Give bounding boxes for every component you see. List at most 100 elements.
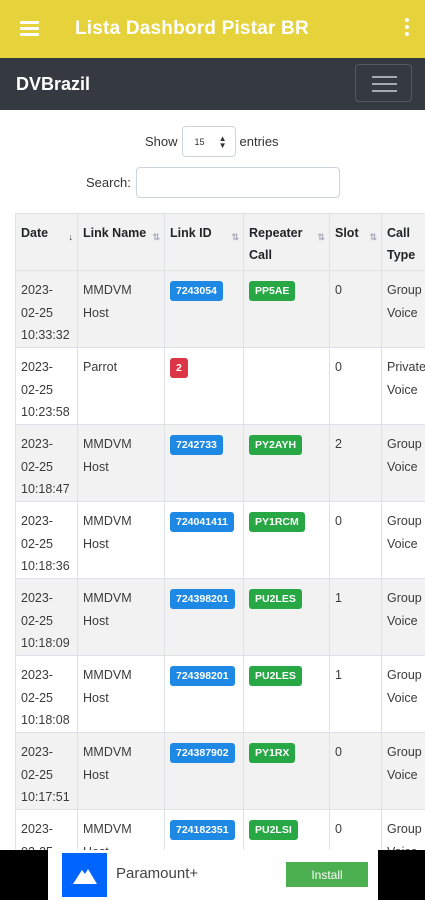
date-value-rest: 02-25 [21, 767, 53, 782]
link-id-badge[interactable]: 724387902 [170, 743, 235, 763]
date-cell: 2023- 02-25 10:23:58 [15, 347, 78, 425]
ad-app-name: Paramount+ [116, 865, 199, 882]
link-id-badge[interactable]: 724398201 [170, 666, 235, 686]
table-row: 2023- 02-25 10:18:36 MMDVM Host 724041411 PY1… [15, 501, 425, 579]
date-cell: 2023- 02-25 [15, 809, 78, 853]
more-options-icon[interactable] [405, 18, 409, 38]
ad-left-margin [0, 850, 48, 900]
link-name-cell: MMDVM Host [77, 809, 165, 853]
date-value: 2023- [21, 591, 53, 605]
link-id-cell: 7243054 [164, 270, 244, 348]
slot-cell: 0 [329, 270, 382, 348]
column-header-label: Link Name [83, 226, 147, 240]
link-id-badge[interactable]: 724398201 [170, 589, 235, 609]
select-arrows-icon: ▲ ▼ [218, 134, 227, 150]
link-name-value: MMDVM Host [83, 668, 132, 705]
column-header-label: Repeater Call [249, 226, 303, 262]
date-value-rest: 02-25 [21, 613, 53, 628]
link-name-cell: Parrot [77, 347, 165, 425]
link-id-badge[interactable]: 2 [170, 358, 188, 378]
slot-cell: 0 [329, 809, 382, 853]
slot-value: 0 [335, 360, 342, 374]
call-type-value: Group Voice [387, 514, 422, 551]
call-type-value: Group Voice [387, 668, 422, 705]
link-name-cell: MMDVM Host [77, 424, 165, 502]
link-id-badge[interactable]: 724041411 [170, 512, 234, 532]
call-type-value: Group Voice [387, 745, 422, 782]
column-header[interactable]: Call Type [381, 213, 425, 271]
call-type-value: Group Voice [387, 591, 422, 628]
column-header[interactable]: Repeater Call ⇅ [243, 213, 330, 271]
search-input[interactable] [135, 167, 340, 198]
slot-cell: 1 [329, 578, 382, 656]
date-cell: 2023- 02-25 10:17:51 [15, 732, 78, 810]
column-header[interactable]: Link ID ⇅ [164, 213, 244, 271]
column-header-label: Date [21, 226, 49, 240]
table-row: 2023- 02-25 MMDVM Host 724182351 PU2LSI 0 Grou… [15, 809, 425, 853]
slot-cell: 0 [329, 501, 382, 579]
date-cell: 2023- 02-25 10:33:32 [15, 270, 78, 348]
repeater-call-cell: PU2LSI [243, 809, 330, 853]
time-value: 10:23:58 [21, 405, 70, 419]
time-value: 10:18:09 [21, 636, 70, 650]
site-brand[interactable]: DVBrazil [16, 74, 90, 95]
link-id-badge[interactable]: 7242733 [170, 435, 223, 455]
menu-icon[interactable] [20, 21, 40, 37]
sort-icon: ↓ [68, 232, 73, 242]
date-value-rest: 02-25 [21, 305, 53, 320]
repeater-call-cell: PY2AYH [243, 424, 330, 502]
column-header[interactable]: Link Name ⇅ [77, 213, 165, 271]
link-name-value: Parrot [83, 360, 118, 374]
search-control: Search: [86, 167, 340, 198]
repeater-call-badge[interactable]: PU2LSI [249, 820, 298, 840]
column-header[interactable]: Slot ⇅ [329, 213, 382, 271]
paramount-logo-icon [62, 853, 107, 897]
page-size-select[interactable]: 15 ▲ ▼ [181, 126, 236, 157]
table-header-row: Date ↓ Link Name ⇅ Link ID ⇅ Repeater Call ⇅ Slo… [15, 213, 425, 271]
date-value-rest: 02-25 [21, 690, 53, 705]
link-id-cell: 7242733 [164, 424, 244, 502]
repeater-call-cell [243, 347, 330, 425]
repeater-call-badge[interactable]: PP5AE [249, 281, 296, 301]
link-id-cell: 724041411 [164, 501, 244, 579]
link-id-cell: 724398201 [164, 655, 244, 733]
link-id-cell: 724387902 [164, 732, 244, 810]
call-type-cell: Group Voice [381, 501, 425, 579]
navbar-toggle-button[interactable] [355, 64, 412, 102]
date-value-rest: 02-25 [21, 536, 53, 551]
link-name-value: MMDVM Host [83, 591, 132, 628]
repeater-call-badge[interactable]: PU2LES [249, 666, 302, 686]
date-value: 2023- [21, 437, 53, 451]
ad-install-button[interactable]: Install [286, 862, 368, 887]
lastheard-table-container[interactable]: Date ↓ Link Name ⇅ Link ID ⇅ Repeater Call ⇅ Slo… [15, 213, 425, 853]
site-navbar: DVBrazil [0, 58, 425, 110]
show-label: Show [145, 134, 178, 149]
link-name-value: MMDVM Host [83, 283, 132, 320]
repeater-call-badge[interactable]: PY1RCM [249, 512, 305, 532]
link-id-badge[interactable]: 7243054 [170, 281, 223, 301]
repeater-call-badge[interactable]: PY1RX [249, 743, 296, 763]
search-label: Search: [86, 175, 131, 190]
table-row: 2023- 02-25 10:18:47 MMDVM Host 7242733 PY2AY… [15, 424, 425, 502]
repeater-call-badge[interactable]: PY2AYH [249, 435, 303, 455]
table-row: 2023- 02-25 10:17:51 MMDVM Host 724387902 PY1… [15, 732, 425, 810]
ad-banner[interactable]: Paramount+ Install [0, 850, 425, 900]
repeater-call-cell: PU2LES [243, 655, 330, 733]
date-value: 2023- [21, 283, 53, 297]
column-header[interactable]: Date ↓ [15, 213, 78, 271]
link-name-cell: MMDVM Host [77, 501, 165, 579]
link-name-cell: MMDVM Host [77, 655, 165, 733]
date-cell: 2023- 02-25 10:18:08 [15, 655, 78, 733]
slot-value: 0 [335, 514, 342, 528]
sort-icon: ⇅ [231, 232, 238, 242]
repeater-call-badge[interactable]: PU2LES [249, 589, 302, 609]
slot-cell: 0 [329, 732, 382, 810]
repeater-call-cell: PY1RCM [243, 501, 330, 579]
slot-cell: 2 [329, 424, 382, 502]
link-id-badge[interactable]: 724182351 [170, 820, 235, 840]
call-type-value: Group Voice [387, 437, 422, 474]
date-value: 2023- [21, 745, 53, 759]
link-id-cell: 724398201 [164, 578, 244, 656]
link-id-cell: 724182351 [164, 809, 244, 853]
table-row: 2023- 02-25 10:18:09 MMDVM Host 724398201 PU2… [15, 578, 425, 656]
